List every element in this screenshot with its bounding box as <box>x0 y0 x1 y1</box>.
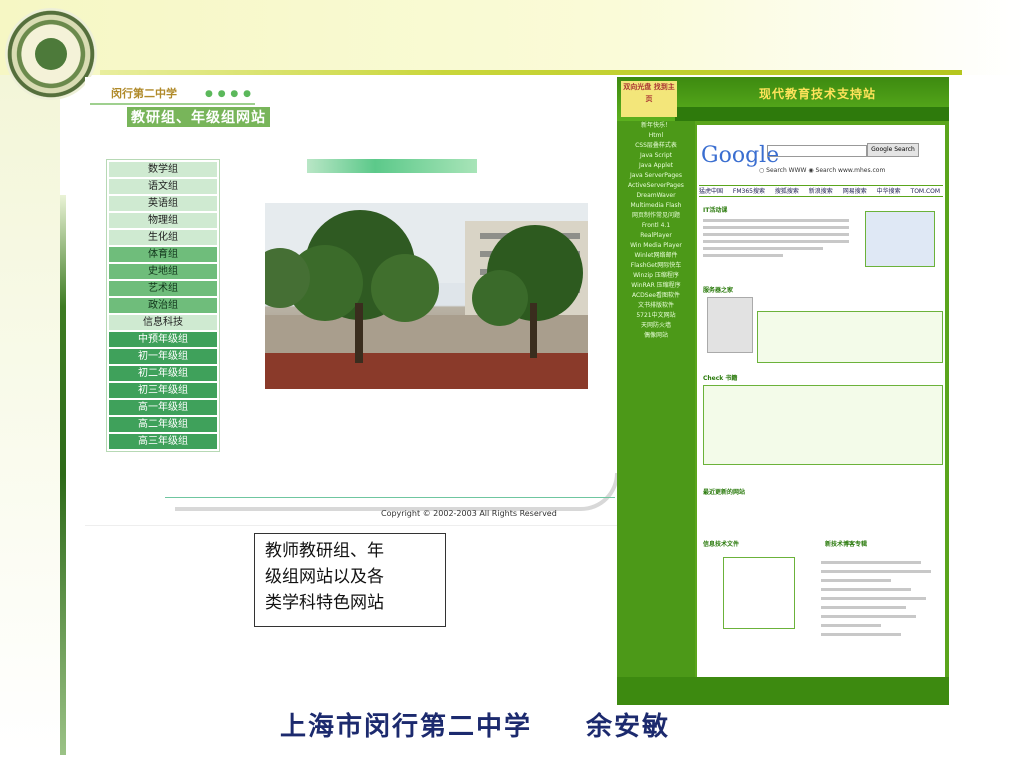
right-site-title: 现代教育技术支持站 <box>759 87 877 101</box>
menu-item[interactable]: 体育组 <box>109 247 217 262</box>
caption-line-2: 级组网站以及各 <box>265 567 384 587</box>
right-sidebar-item[interactable]: FlashGet网际快车 <box>617 261 695 271</box>
logo-emblem-icon <box>35 38 67 70</box>
right-site-logo: 双向光盘 找到主页 <box>621 81 677 117</box>
right-sidebar-item[interactable]: 新年快乐！ <box>617 121 695 131</box>
section-title-check: Check 书籍 <box>703 375 738 382</box>
server-image <box>707 297 753 353</box>
school-logo-icon <box>5 8 97 100</box>
green-banner-bar <box>307 159 477 173</box>
right-sidebar-item[interactable]: Frontl 4.1 <box>617 221 695 231</box>
left-website-screenshot: 闵行第二中学 ● ● ● ● 教研组、年级组网站 数学组语文组英语组物理组生化组… <box>85 77 619 526</box>
menu-item[interactable]: 信息科技 <box>109 315 217 330</box>
header-band <box>0 0 1024 75</box>
right-site-strip <box>675 107 949 121</box>
right-website-screenshot: 双向光盘 找到主页 现代教育技术支持站 新年快乐！ Html CSS层叠样式表 Jav… <box>617 77 949 705</box>
right-sidebar-item[interactable]: Winlet网络邮件 <box>617 251 695 261</box>
swoosh-decoration <box>175 473 619 511</box>
it-thumbnail <box>865 211 935 267</box>
right-sidebar-item[interactable]: Java Applet <box>617 161 695 171</box>
menu-item[interactable]: 生化组 <box>109 230 217 245</box>
blog-text-lines <box>821 561 931 636</box>
menu-item[interactable]: 中预年级组 <box>109 332 217 347</box>
files-list[interactable] <box>723 557 795 629</box>
menu-item[interactable]: 物理组 <box>109 213 217 228</box>
server-link-table[interactable] <box>757 311 943 363</box>
left-accent-bar <box>60 195 66 755</box>
search-scope-radio[interactable]: ○ Search WWW ◉ Search www.mhes.com <box>759 167 885 174</box>
section-title-updated: 最近更新的网站 <box>703 489 746 496</box>
right-site-sidebar: 新年快乐！ Html CSS层叠样式表 Java Script Java Applet J… <box>617 121 695 705</box>
it-text-block <box>703 217 853 265</box>
section-title-server: 服务器之家 <box>703 287 734 294</box>
group-menu: 数学组语文组英语组物理组生化组体育组史地组艺术组政治组信息科技中预年级组初一年级… <box>106 159 220 452</box>
google-search-button[interactable]: Google Search <box>867 143 919 157</box>
left-fade <box>0 75 60 755</box>
right-sidebar-item[interactable]: ACDSee看图软件 <box>617 291 695 301</box>
menu-item[interactable]: 数学组 <box>109 162 217 177</box>
search-engine-links[interactable]: 猛虎中国 FM365搜索 搜狐搜索 新浪搜索 网易搜索 中华搜索 TOM.COM <box>699 185 943 197</box>
left-site-school-name: 闵行第二中学 <box>111 87 177 100</box>
left-site-subtitle: 教研组、年级组网站 <box>127 107 270 127</box>
caption-line-3: 类学科特色网站 <box>265 593 384 613</box>
right-sidebar-item[interactable]: RealPlayer <box>617 231 695 241</box>
campus-photo-drawing <box>265 203 588 389</box>
right-sidebar-item[interactable]: Winzip 压缩程序 <box>617 271 695 281</box>
menu-item[interactable]: 艺术组 <box>109 281 217 296</box>
footer-author: 余安敏 <box>586 712 671 742</box>
section-title-it: IT活动课 <box>703 207 728 214</box>
books-link-table[interactable] <box>703 385 943 465</box>
menu-item[interactable]: 政治组 <box>109 298 217 313</box>
menu-item[interactable]: 高三年级组 <box>109 434 217 449</box>
copyright-text: Copyright © 2002-2003 All Rights Reserve… <box>381 509 557 518</box>
header-rule <box>100 70 962 75</box>
right-sidebar-item[interactable]: DreamWaver <box>617 191 695 201</box>
campus-photo <box>265 203 588 389</box>
menu-item[interactable]: 英语组 <box>109 196 217 211</box>
google-search-input[interactable] <box>767 145 867 157</box>
right-sidebar-item[interactable]: Java ServerPages <box>617 171 695 181</box>
right-sidebar-item[interactable]: Java Script <box>617 151 695 161</box>
right-sidebar-item[interactable]: 文书排版软件 <box>617 301 695 311</box>
dots-decoration: ● ● ● ● <box>205 89 252 99</box>
menu-item[interactable]: 语文组 <box>109 179 217 194</box>
menu-item[interactable]: 高二年级组 <box>109 417 217 432</box>
it-text-lines <box>703 219 849 257</box>
menu-item[interactable]: 史地组 <box>109 264 217 279</box>
right-site-footer <box>617 677 949 705</box>
left-footer-line <box>165 497 615 498</box>
section-title-blog: 新技术博客专辑 <box>825 541 868 548</box>
footer-title: 上海市闵行第二中学 余安敏 <box>280 706 670 743</box>
right-sidebar-item[interactable]: 网页制作常见问题 <box>617 211 695 221</box>
menu-item[interactable]: 高一年级组 <box>109 400 217 415</box>
right-sidebar-item[interactable]: CSS层叠样式表 <box>617 141 695 151</box>
menu-item[interactable]: 初二年级组 <box>109 366 217 381</box>
right-sidebar-item[interactable]: 天网防火墙 <box>617 321 695 331</box>
menu-item[interactable]: 初一年级组 <box>109 349 217 364</box>
caption-line-1: 教师教研组、年 <box>265 541 384 561</box>
left-site-rule <box>90 103 255 105</box>
right-sidebar-item[interactable]: Html <box>617 131 695 141</box>
footer-school: 上海市闵行第二中学 <box>280 712 533 742</box>
right-sidebar-item[interactable]: WinRAR 压缩程序 <box>617 281 695 291</box>
blog-list[interactable] <box>821 557 939 647</box>
right-site-main: Google Google Search ○ Search WWW ◉ Sear… <box>697 125 945 699</box>
section-title-files: 信息技术文件 <box>703 541 740 548</box>
right-sidebar-item[interactable]: Multimedia Flash <box>617 201 695 211</box>
menu-item[interactable]: 初三年级组 <box>109 383 217 398</box>
right-sidebar-item[interactable]: ActiveServerPages <box>617 181 695 191</box>
caption-box: 教师教研组、年 级组网站以及各 类学科特色网站 <box>254 533 446 627</box>
right-sidebar-item[interactable]: Win Media Player <box>617 241 695 251</box>
right-sidebar-item[interactable]: 5721中文网站 <box>617 311 695 321</box>
right-sidebar-item[interactable]: 偶像网站 <box>617 331 695 341</box>
